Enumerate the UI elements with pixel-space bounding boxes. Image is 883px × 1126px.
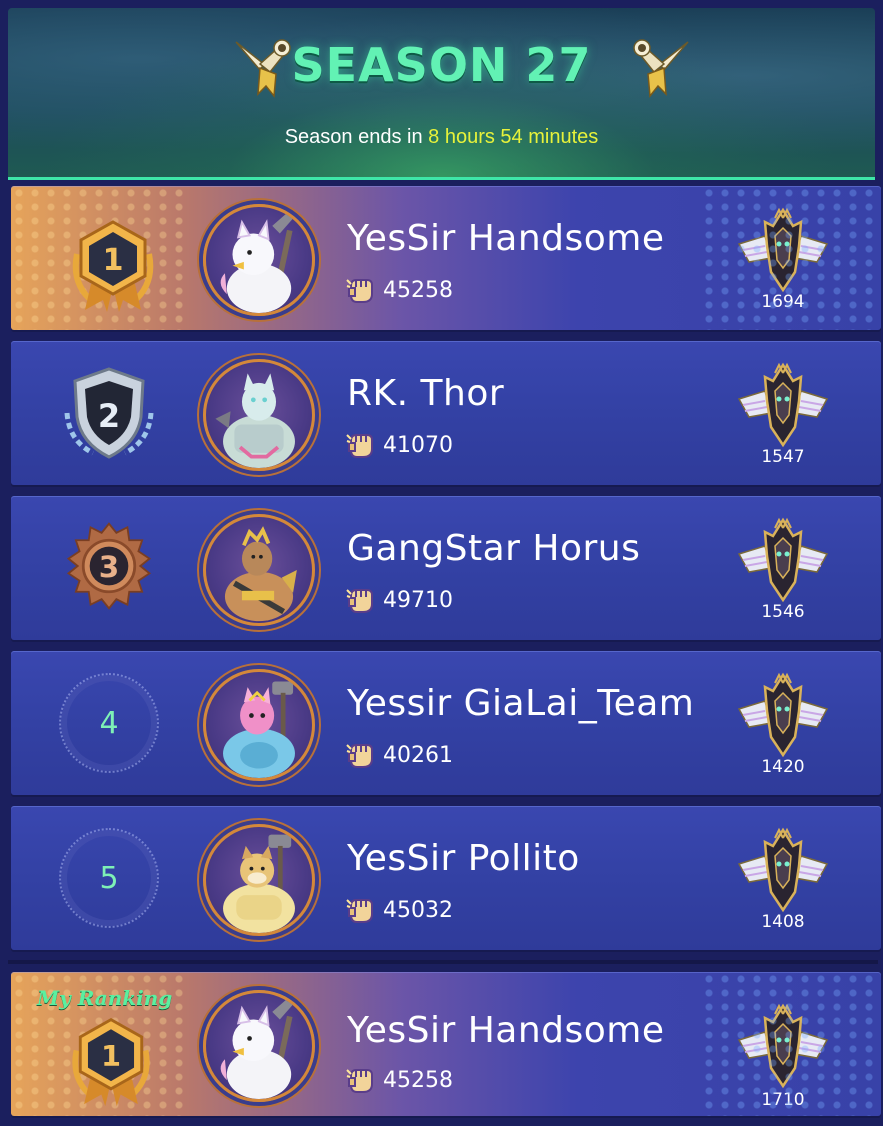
emblem-points: 1694 xyxy=(761,292,805,312)
leaderboard-row[interactable]: RK. Thor 41070 1547 xyxy=(11,341,881,485)
my-ranking-label: My Ranking xyxy=(37,986,173,1010)
season-title: SEASON 27 xyxy=(291,38,592,92)
rank-number: 4 xyxy=(59,673,159,773)
rank-emblem-icon xyxy=(735,826,831,916)
player-score: 45032 xyxy=(345,894,453,926)
player-score: 40261 xyxy=(345,739,453,771)
avatar[interactable] xyxy=(203,824,315,936)
rank-emblem-icon xyxy=(735,516,831,606)
player-name: YesSir Pollito xyxy=(347,838,580,879)
score-value: 40261 xyxy=(383,742,453,768)
player-name: YesSir Handsome xyxy=(347,1010,665,1051)
player-score: 45258 xyxy=(345,1064,453,1096)
leaderboard-row[interactable]: YesSir Handsome 45258 1694 xyxy=(11,186,881,330)
score-value: 45258 xyxy=(383,1067,453,1093)
fist-icon xyxy=(345,739,377,771)
score-value: 41070 xyxy=(383,432,453,458)
gold-medal-icon xyxy=(63,1012,159,1108)
trumpet-icon xyxy=(628,34,694,100)
emblem-points: 1546 xyxy=(761,602,805,622)
rank-emblem-icon xyxy=(735,361,831,451)
fist-icon xyxy=(345,1064,377,1096)
avatar[interactable] xyxy=(203,514,315,626)
player-name: RK. Thor xyxy=(347,373,505,414)
emblem-points: 1710 xyxy=(761,1090,805,1110)
bronze-medal-icon xyxy=(63,520,155,612)
player-name: GangStar Horus xyxy=(347,528,641,569)
countdown-prefix: Season ends in xyxy=(284,126,429,148)
rank-emblem-icon xyxy=(735,1002,831,1092)
rank-emblem-icon xyxy=(735,206,831,296)
player-name: YesSir Handsome xyxy=(347,218,665,259)
countdown-time: 8 hours 54 minutes xyxy=(428,126,599,148)
character-icon xyxy=(206,362,312,468)
avatar[interactable] xyxy=(203,204,315,316)
score-value: 45258 xyxy=(383,277,453,303)
rank-number: 5 xyxy=(59,828,159,928)
fist-icon xyxy=(345,429,377,461)
player-name: Yessir GiaLai_Team xyxy=(347,683,695,724)
season-header: SEASON 27 Season ends in 8 hours 54 minu… xyxy=(8,8,875,180)
character-icon xyxy=(206,827,312,933)
emblem-points: 1408 xyxy=(761,912,805,932)
rank-emblem-icon xyxy=(735,671,831,761)
fist-icon xyxy=(345,584,377,616)
my-ranking-row[interactable]: My Ranking YesSir Handsome 45258 1710 xyxy=(11,972,881,1116)
leaderboard-row[interactable]: GangStar Horus 49710 1546 xyxy=(11,496,881,640)
leaderboard-row[interactable]: 4 Yessir GiaLai_Team 40261 1420 xyxy=(11,651,881,795)
score-value: 45032 xyxy=(383,897,453,923)
character-icon xyxy=(206,672,312,778)
silver-shield-icon xyxy=(59,363,159,463)
player-score: 45258 xyxy=(345,274,453,306)
season-countdown: Season ends in 8 hours 54 minutes xyxy=(8,126,875,149)
emblem-points: 1547 xyxy=(761,447,805,467)
score-value: 49710 xyxy=(383,587,453,613)
fist-icon xyxy=(345,894,377,926)
gold-medal-icon xyxy=(63,214,163,314)
player-score: 41070 xyxy=(345,429,453,461)
avatar[interactable] xyxy=(203,359,315,471)
divider xyxy=(8,960,878,964)
character-icon xyxy=(206,207,312,313)
character-icon xyxy=(206,517,312,623)
fist-icon xyxy=(345,274,377,306)
avatar[interactable] xyxy=(203,990,315,1102)
emblem-points: 1420 xyxy=(761,757,805,777)
character-icon xyxy=(206,993,312,1099)
avatar[interactable] xyxy=(203,669,315,781)
player-score: 49710 xyxy=(345,584,453,616)
leaderboard-row[interactable]: 5 YesSir Pollito 45032 1408 xyxy=(11,806,881,950)
